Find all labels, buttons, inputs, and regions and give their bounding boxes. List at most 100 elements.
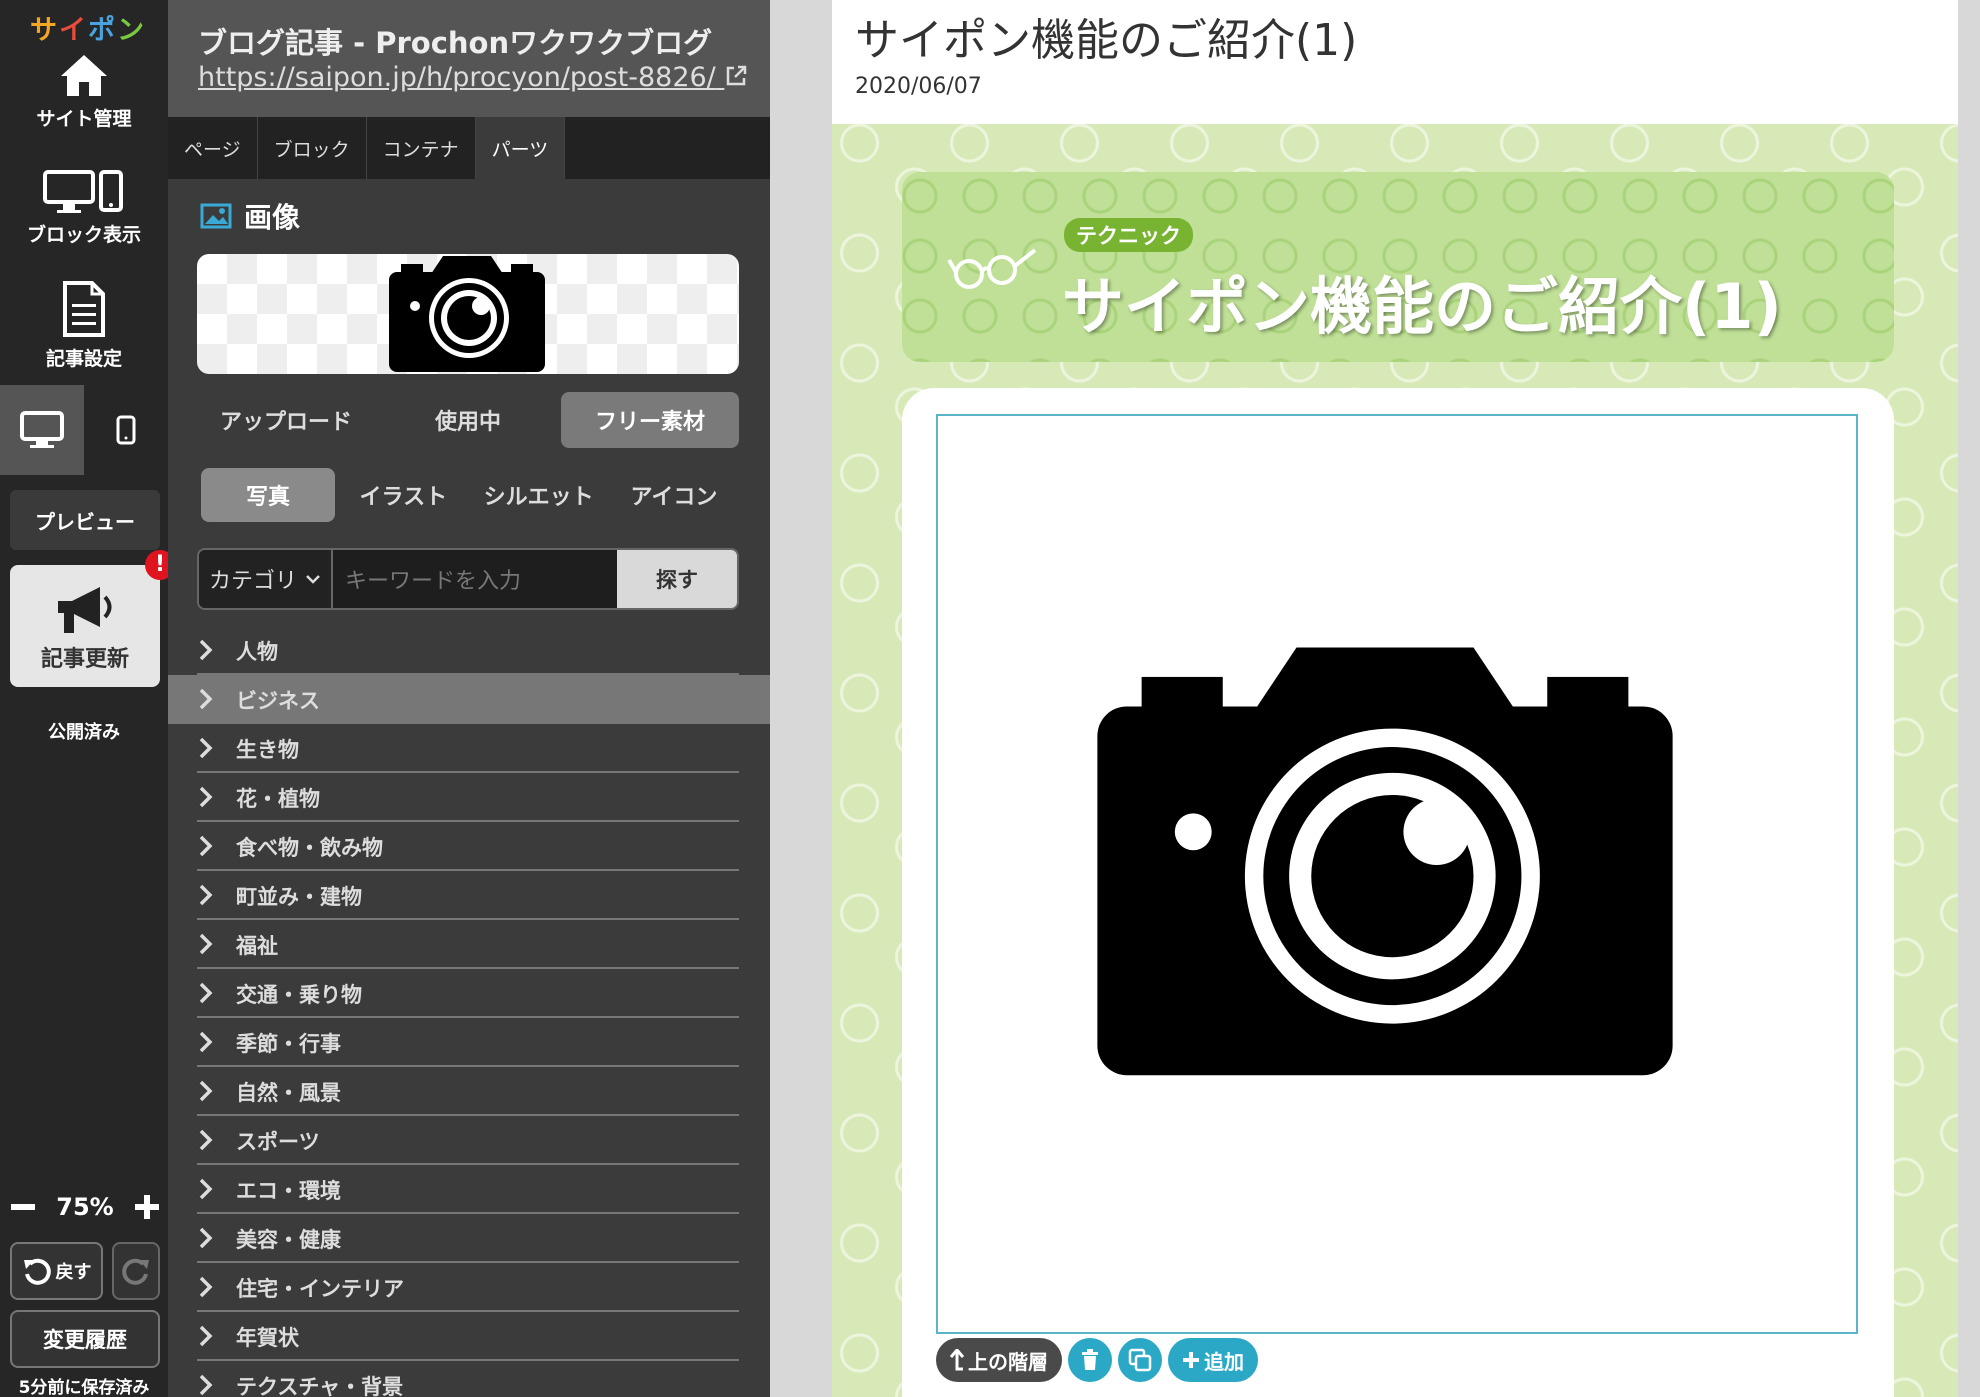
category-label: 人物: [236, 639, 278, 664]
source-upload[interactable]: アップロード: [197, 392, 375, 448]
article-settings-button[interactable]: 記事設定: [0, 280, 168, 371]
source-in-use[interactable]: 使用中: [379, 392, 557, 448]
parent-level-button[interactable]: 上の階層: [936, 1338, 1062, 1382]
type-photo[interactable]: 写真: [201, 468, 335, 522]
mobile-mode-button[interactable]: [84, 385, 168, 475]
logo-char: ポ: [88, 15, 117, 46]
category-item[interactable]: スポーツ: [168, 1116, 770, 1165]
image-source-tabs: アップロード 使用中 フリー素材: [197, 392, 739, 448]
category-item[interactable]: 人物: [168, 626, 770, 675]
image-icon: [200, 203, 232, 229]
undo-button[interactable]: 戻す: [10, 1242, 103, 1300]
title-banner[interactable]: テクニック サイポン機能のご紹介(1): [902, 172, 1894, 362]
category-item[interactable]: 自然・風景: [168, 1067, 770, 1116]
block-view-button[interactable]: ブロック表示: [0, 168, 168, 247]
chevron-right-icon: [199, 1031, 213, 1053]
delete-button[interactable]: [1068, 1338, 1112, 1382]
preview-scrollbar[interactable]: [1958, 0, 1980, 1397]
chevron-right-icon: [199, 1374, 213, 1396]
devices-icon: [43, 170, 123, 213]
left-rail: サイポン サイト管理 ブロック表示 記事設定 プレビュー 記事更新 ! 公開済み…: [0, 0, 175, 1397]
category-item[interactable]: テクスチャ・背景: [168, 1361, 770, 1397]
page-url-link[interactable]: https://saipon.jp/h/procyon/post-8826/: [198, 62, 748, 93]
category-label: 町並み・建物: [236, 884, 362, 909]
chevron-right-icon: [199, 1276, 213, 1298]
category-item[interactable]: 美容・健康: [168, 1214, 770, 1263]
category-label: 福祉: [236, 933, 278, 958]
category-label: スポーツ: [236, 1129, 320, 1154]
search-button[interactable]: 探す: [617, 550, 737, 608]
category-select-value: カテゴリ: [209, 569, 298, 594]
zoom-out-icon[interactable]: [10, 1194, 36, 1220]
category-item[interactable]: 花・植物: [168, 773, 770, 822]
glasses-icon: [947, 248, 1037, 289]
update-article-button[interactable]: 記事更新: [10, 565, 160, 687]
change-history-button[interactable]: 変更履歴: [10, 1310, 160, 1368]
tab-parts[interactable]: パーツ: [475, 117, 566, 179]
parent-level-label: 上の階層: [968, 1349, 1048, 1374]
category-label: 食べ物・飲み物: [236, 835, 383, 860]
source-free-material[interactable]: フリー素材: [561, 392, 739, 448]
category-item[interactable]: 住宅・インテリア: [168, 1263, 770, 1312]
desktop-mode-button[interactable]: [0, 385, 84, 475]
panel-title: ブログ記事 - Prochonワクワクブログ: [198, 26, 713, 60]
category-item[interactable]: 交通・乗り物: [168, 969, 770, 1018]
category-item[interactable]: ビジネス: [168, 675, 770, 724]
redo-icon: [122, 1258, 149, 1285]
category-item[interactable]: 食べ物・飲み物: [168, 822, 770, 871]
external-link-icon: [727, 65, 747, 86]
page-date: 2020/06/07: [855, 74, 982, 99]
trash-icon: [1082, 1349, 1098, 1370]
chevron-down-icon: [306, 575, 320, 584]
category-select[interactable]: カテゴリ: [199, 550, 333, 608]
category-label: テクスチャ・背景: [236, 1374, 404, 1397]
redo-button[interactable]: [112, 1242, 160, 1300]
keyword-input[interactable]: キーワードを入力: [333, 550, 617, 608]
material-type-tabs: 写真 イラスト シルエット アイコン: [201, 468, 741, 522]
chevron-right-icon: [199, 737, 213, 759]
chevron-right-icon: [199, 786, 213, 808]
chevron-right-icon: [199, 1178, 213, 1200]
selected-image-preview[interactable]: [197, 254, 739, 374]
category-label: 住宅・インテリア: [236, 1276, 404, 1301]
desktop-icon: [20, 411, 64, 448]
category-item[interactable]: 福祉: [168, 920, 770, 969]
category-label: 季節・行事: [236, 1031, 341, 1056]
type-illustration[interactable]: イラスト: [336, 468, 470, 522]
undo-icon: [23, 1258, 51, 1285]
tab-block[interactable]: ブロック: [258, 117, 367, 179]
logo-char: イ: [59, 15, 88, 46]
site-admin-label: サイト管理: [36, 108, 132, 130]
type-icon[interactable]: アイコン: [607, 468, 741, 522]
camera-image[interactable]: [1090, 640, 1680, 1090]
zoom-level: 75%: [56, 1193, 114, 1221]
undo-label: 戻す: [55, 1262, 92, 1283]
update-label: 記事更新: [40, 647, 129, 672]
banner-heading: サイポン機能のご紹介(1): [1062, 270, 1782, 343]
zoom-in-icon[interactable]: [134, 1194, 160, 1220]
tab-container[interactable]: コンテナ: [367, 117, 476, 179]
panel-header: ブログ記事 - Prochonワクワクブログ https://saipon.jp…: [168, 0, 770, 117]
home-icon: [61, 55, 107, 96]
chevron-right-icon: [199, 835, 213, 857]
preview-button[interactable]: プレビュー: [10, 490, 160, 550]
duplicate-button[interactable]: [1118, 1338, 1162, 1382]
site-admin-button[interactable]: サイト管理: [0, 52, 168, 131]
type-silhouette[interactable]: シルエット: [472, 468, 606, 522]
add-part-button[interactable]: 追加: [1168, 1338, 1258, 1382]
category-item[interactable]: 年賀状: [168, 1312, 770, 1361]
category-list: 人物ビジネス生き物花・植物食べ物・飲み物 町並み・建物 福祉交通・乗り物季節・行事自…: [168, 626, 770, 1397]
editor-app: サイポン サイト管理 ブロック表示 記事設定 プレビュー 記事更新 ! 公開済み…: [0, 0, 1980, 1397]
category-item[interactable]: 町並み・建物: [168, 871, 770, 920]
category-item[interactable]: 生き物: [168, 724, 770, 773]
category-item[interactable]: 季節・行事: [168, 1018, 770, 1067]
chevron-right-icon: [199, 1325, 213, 1347]
tab-page[interactable]: ページ: [168, 117, 258, 179]
megaphone-icon: [58, 587, 112, 633]
category-item[interactable]: エコ・環境: [168, 1165, 770, 1214]
chevron-right-icon: [199, 982, 213, 1004]
category-label: 生き物: [236, 737, 299, 762]
chevron-right-icon: [199, 1227, 213, 1249]
zoom-control: 75%: [10, 1193, 160, 1221]
add-part-label: 追加: [1204, 1349, 1244, 1374]
